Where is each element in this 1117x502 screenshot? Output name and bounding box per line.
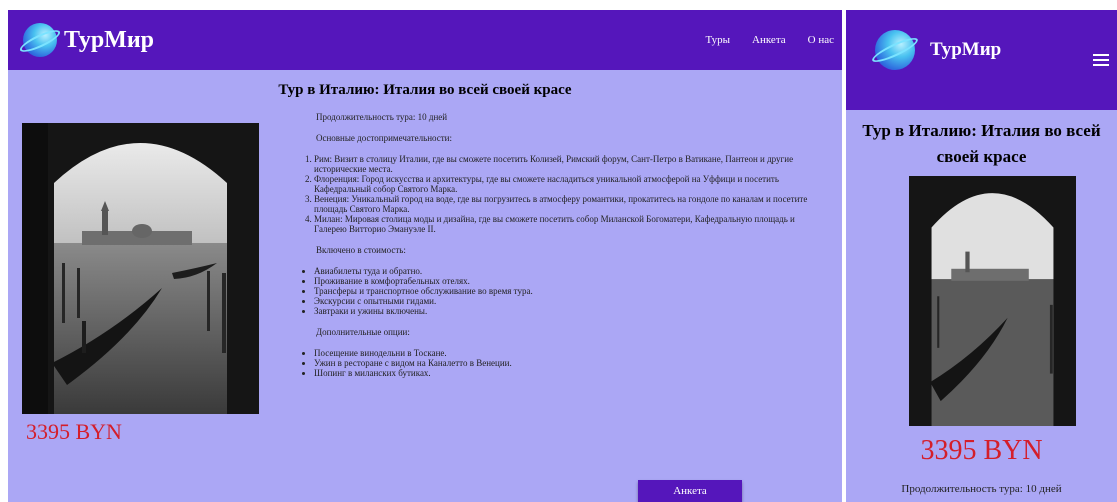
included-heading: Включено в стоимость: [316, 245, 406, 255]
options-list: Посещение винодельни в Тоскане. Ужин в р… [304, 348, 826, 378]
tour-description: Продолжительность тура: 10 дней Основные… [304, 112, 826, 389]
nav-tours[interactable]: Туры [705, 34, 730, 46]
list-item: Авиабилеты туда и обратно. [314, 266, 826, 276]
list-item: Ужин в ресторане с видом на Каналетто в … [314, 358, 826, 368]
list-item: Шопинг в миланских бутиках. [314, 368, 826, 378]
list-item: Трансферы и транспортное обслуживание во… [314, 286, 826, 296]
list-item: Проживание в комфортабельных отелях. [314, 276, 826, 286]
brand-name-mobile: ТурМир [930, 39, 1002, 60]
nav-form[interactable]: Анкета [752, 34, 786, 46]
site-header: ТурМир Туры Анкета О нас [8, 10, 842, 70]
main-nav: Туры Анкета О нас [705, 10, 834, 70]
logo[interactable]: ТурМир [17, 20, 154, 60]
list-item: Венеция: Уникальный город на воде, где в… [314, 194, 826, 214]
list-item: Завтраки и ужины включены. [314, 306, 826, 316]
globe-icon [17, 20, 63, 60]
page-title: Тур в Италию: Италия во всей своей красе [278, 82, 572, 98]
sights-list: Рим: Визит в столицу Италии, где вы смож… [304, 154, 826, 234]
list-item: Экскурсии с опытными гидами. [314, 296, 826, 306]
venice-photo-mobile [909, 176, 1076, 426]
sights-heading: Основные достопримечательности: [316, 133, 452, 143]
list-item: Милан: Мировая столица моды и дизайна, г… [314, 214, 826, 234]
tour-price-mobile: 3395 BYN [920, 435, 1043, 466]
list-item: Посещение винодельни в Тоскане. [314, 348, 826, 358]
logo-mobile[interactable]: ТурМир [869, 27, 1002, 73]
mobile-view: ТурМир Тур в Италию: Италия во всей свое… [846, 10, 1117, 502]
brand-name: ТурМир [64, 26, 154, 53]
site-header-mobile: ТурМир [846, 10, 1117, 110]
included-list: Авиабилеты туда и обратно. Проживание в … [304, 266, 826, 316]
nav-about[interactable]: О нас [808, 34, 834, 46]
tour-price: 3395 BYN [26, 419, 122, 444]
duration-text: Продолжительность тура: 10 дней [316, 112, 448, 122]
venice-photo [22, 123, 259, 414]
options-heading: Дополнительные опции: [316, 327, 410, 337]
list-item: Флоренция: Город искусства и архитектуры… [314, 174, 826, 194]
desktop-view: ТурМир Туры Анкета О нас Тур в Италию: И… [8, 10, 842, 502]
form-button[interactable]: Анкета [638, 480, 742, 502]
list-item: Рим: Визит в столицу Италии, где вы смож… [314, 154, 826, 174]
hamburger-menu-icon[interactable] [1093, 54, 1109, 66]
duration-text-mobile: Продолжительность тура: 10 дней [901, 483, 1062, 495]
globe-icon [869, 27, 921, 73]
page-title-mobile: Тур в Италию: Италия во всей своей красе [862, 121, 1101, 166]
